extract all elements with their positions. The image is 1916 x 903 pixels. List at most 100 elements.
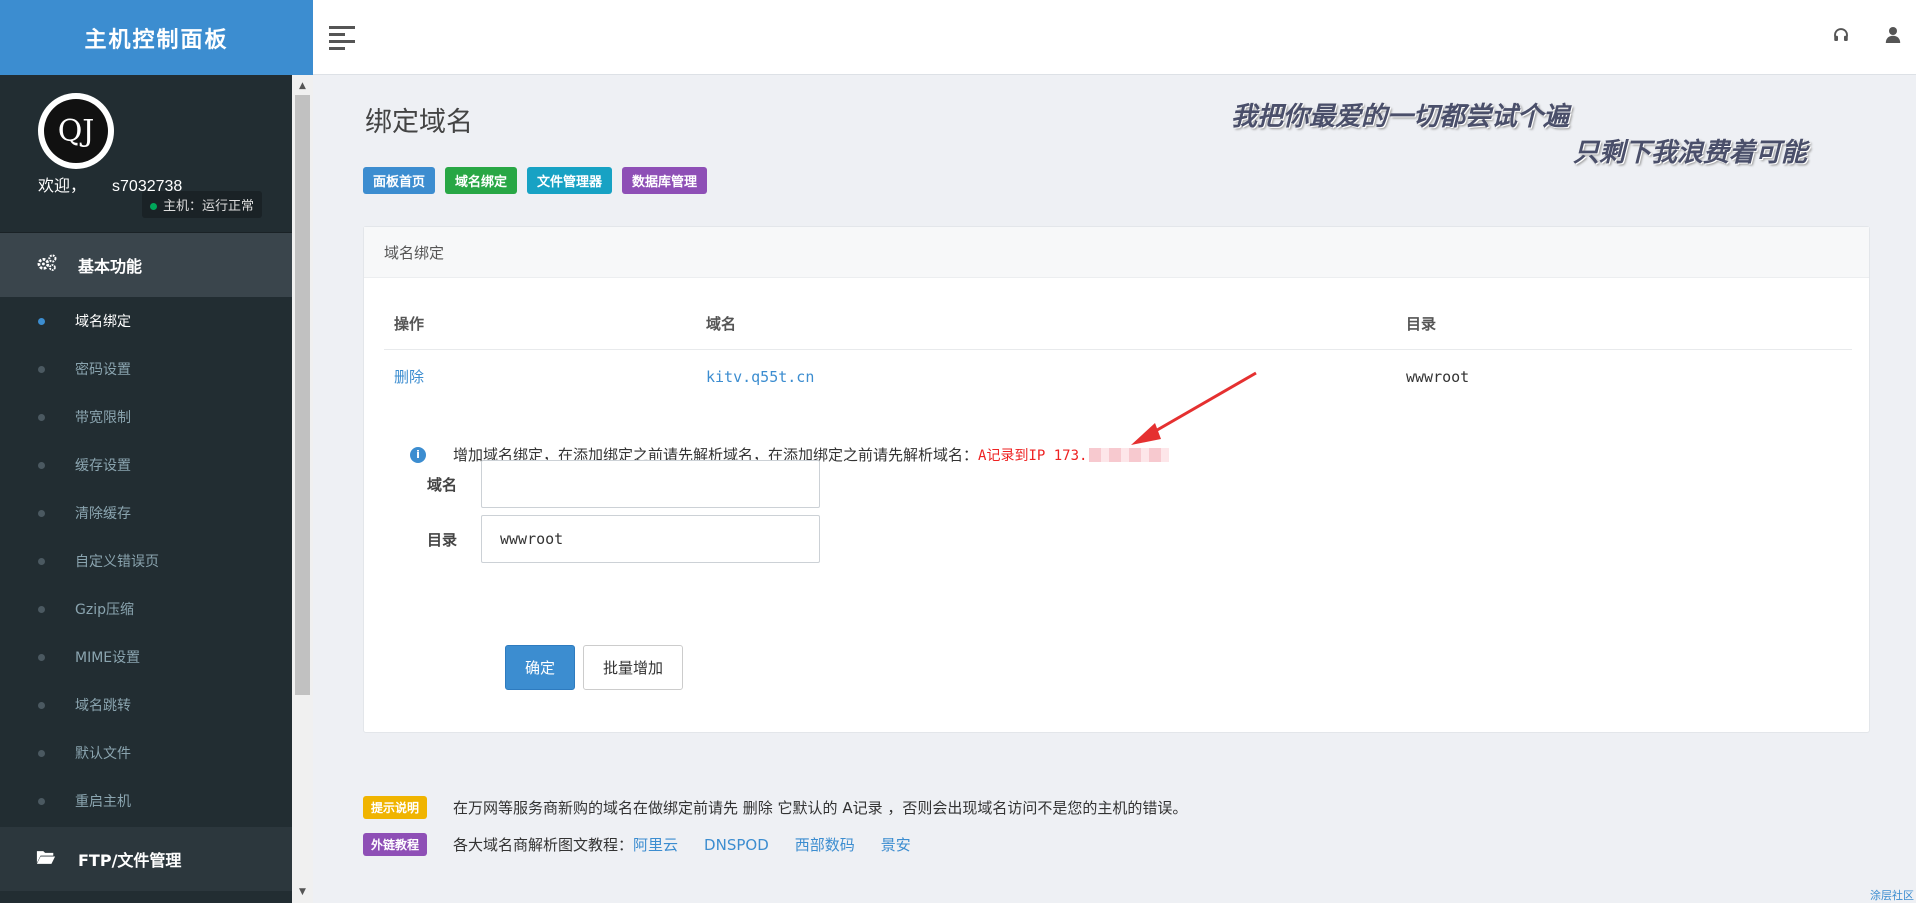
form-buttons: 确定 批量增加 — [505, 645, 684, 690]
sidebar-item-label: Gzip压缩 — [75, 602, 134, 618]
bullet-icon — [38, 413, 45, 421]
directory-field-label: 目录 — [426, 530, 457, 549]
sidebar-item-label: MIME设置 — [75, 650, 141, 666]
tag-domain-binding[interactable]: 域名绑定 — [445, 167, 518, 194]
sidebar-item-label: 清除缓存 — [75, 506, 131, 522]
sidebar-scrollbar[interactable]: ▲ ▼ — [292, 75, 313, 903]
sidebar-item-label: 自定义错误页 — [75, 554, 159, 570]
folder-open-icon — [36, 849, 58, 870]
sidebar-item-cache-settings[interactable]: 缓存设置 — [0, 441, 292, 489]
main-content: 绑定域名 我把你最爱的一切都尝试个遍 只剩下我浪费着可能 面板首页 域名绑定 文… — [313, 76, 1916, 903]
directory-form-row: 目录 — [364, 515, 820, 563]
sidebar-item-label: 重启主机 — [75, 794, 131, 810]
card-heading: 域名绑定 — [364, 227, 1869, 278]
external-tutorials-note: 外链教程 各大域名商解析图文教程： 阿里云 DNSPOD 西部数码 景安 — [363, 833, 1187, 856]
sidebar-item-restart-host[interactable]: 重启主机 — [0, 777, 292, 825]
sidebar-item-domain-redirect[interactable]: 域名跳转 — [0, 681, 292, 729]
welcome-label: 欢迎， — [38, 176, 87, 195]
menu-toggle-icon[interactable] — [329, 22, 355, 50]
domain-binding-card: 域名绑定 操作 域名 目录 删除 kitv.q55t.cn wwwroot i … — [363, 226, 1870, 733]
scroll-down-arrow-icon[interactable]: ▼ — [292, 884, 313, 900]
bullet-icon — [38, 749, 45, 757]
bullet-icon — [38, 509, 45, 517]
sidebar-item-bandwidth[interactable]: 带宽限制 — [0, 393, 292, 441]
bullet-icon — [38, 605, 45, 613]
slogan-line-1: 我把你最爱的一切都尝试个遍 — [1231, 102, 1570, 132]
domain-link[interactable]: kitv.q55t.cn — [706, 368, 814, 386]
scroll-up-arrow-icon[interactable]: ▲ — [292, 78, 313, 94]
link-dnspod[interactable]: DNSPOD — [704, 836, 769, 854]
sidebar-item-label: 域名跳转 — [75, 698, 131, 714]
batch-add-button[interactable]: 批量增加 — [583, 645, 684, 690]
bullet-icon — [38, 461, 45, 469]
sidebar: QJ 欢迎， s7032738 主机：运行正常 基本功能 域名绑定 密码设置 带宽… — [0, 75, 292, 903]
headset-icon[interactable] — [1826, 20, 1856, 50]
sidebar-item-gzip[interactable]: Gzip压缩 — [0, 585, 292, 633]
host-status-text: 主机：运行正常 — [163, 199, 255, 214]
top-navbar — [313, 0, 1916, 75]
link-jingan[interactable]: 景安 — [881, 834, 911, 855]
link-west[interactable]: 西部数码 — [795, 834, 855, 855]
tag-database-manager[interactable]: 数据库管理 — [622, 167, 708, 194]
slogan-line-2: 只剩下我浪费着可能 — [1573, 138, 1808, 168]
tip-badge: 提示说明 — [363, 796, 428, 819]
scrollbar-thumb[interactable] — [295, 95, 310, 695]
avatar-initials: QJ — [44, 99, 108, 163]
directory-value: wwwroot — [1406, 367, 1470, 386]
confirm-button[interactable]: 确定 — [505, 645, 576, 690]
footer-notes: 提示说明 在万网等服务商新购的域名在做绑定前请先 删除 它默认的 A记录 ，否则… — [363, 796, 1187, 870]
user-icon[interactable] — [1878, 20, 1908, 50]
sidebar-item-mime[interactable]: MIME设置 — [0, 633, 292, 681]
sidebar-nav: 域名绑定 密码设置 带宽限制 缓存设置 清除缓存 自定义错误页 Gzip压缩 M… — [0, 297, 292, 825]
link-badge: 外链教程 — [363, 833, 428, 856]
tip-note: 提示说明 在万网等服务商新购的域名在做绑定前请先 删除 它默认的 A记录 ，否则… — [363, 796, 1187, 819]
bullet-icon — [38, 365, 45, 373]
gears-icon — [36, 253, 58, 277]
sidebar-item-password[interactable]: 密码设置 — [0, 345, 292, 393]
domain-field-label: 域名 — [426, 475, 457, 494]
tip-text: 在万网等服务商新购的域名在做绑定前请先 删除 它默认的 A记录 ，否则会出现域名… — [453, 799, 1188, 817]
avatar: QJ — [38, 93, 114, 169]
directory-input[interactable] — [481, 515, 820, 563]
bullet-icon — [38, 701, 45, 709]
user-profile-panel: QJ 欢迎， s7032738 主机：运行正常 — [0, 75, 292, 233]
sidebar-item-error-pages[interactable]: 自定义错误页 — [0, 537, 292, 585]
domain-form-row: 域名 — [364, 460, 820, 508]
sidebar-item-label: 默认文件 — [75, 746, 131, 762]
corner-watermark-link[interactable]: 涂层社区 — [1870, 887, 1914, 903]
bullet-icon — [38, 557, 45, 565]
bullet-icon — [38, 797, 45, 805]
table-header-row: 操作 域名 目录 — [384, 297, 1852, 350]
tag-panel-home[interactable]: 面板首页 — [363, 167, 436, 194]
host-status-badge: 主机：运行正常 — [142, 191, 263, 218]
sidebar-item-label: 密码设置 — [75, 362, 131, 378]
bullet-icon — [38, 317, 45, 325]
delete-link[interactable]: 删除 — [394, 368, 424, 386]
sidebar-section-basic-label: 基本功能 — [78, 257, 143, 276]
link-aliyun[interactable]: 阿里云 — [633, 834, 678, 855]
sidebar-item-default-file[interactable]: 默认文件 — [0, 729, 292, 777]
column-header-action: 操作 — [394, 314, 425, 333]
sidebar-item-label: 带宽限制 — [75, 410, 131, 426]
column-header-domain: 域名 — [706, 314, 737, 333]
brand-title: 主机控制面板 — [0, 0, 313, 75]
sidebar-item-label: 域名绑定 — [75, 314, 131, 330]
sidebar-item-label: 缓存设置 — [75, 458, 131, 474]
domain-table: 操作 域名 目录 删除 kitv.q55t.cn wwwroot — [384, 297, 1852, 403]
table-row: 删除 kitv.q55t.cn wwwroot — [384, 350, 1852, 403]
quick-nav-tags: 面板首页 域名绑定 文件管理器 数据库管理 — [363, 167, 708, 194]
page-title: 绑定域名 — [365, 107, 473, 138]
tag-file-manager[interactable]: 文件管理器 — [527, 167, 613, 194]
sidebar-section-basic[interactable]: 基本功能 — [0, 233, 292, 297]
column-header-directory: 目录 — [1406, 314, 1437, 333]
bullet-icon — [38, 653, 45, 661]
status-dot-icon — [150, 203, 157, 210]
notice-a-record: A记录到IP 173. — [978, 447, 1088, 464]
sidebar-item-domain-binding[interactable]: 域名绑定 — [0, 297, 292, 345]
sidebar-section-ftp[interactable]: FTP/文件管理 — [0, 827, 292, 891]
annotation-arrow-icon — [1131, 371, 1257, 445]
sidebar-item-clear-cache[interactable]: 清除缓存 — [0, 489, 292, 537]
domain-input[interactable] — [481, 460, 820, 508]
sidebar-section-ftp-label: FTP/文件管理 — [78, 851, 182, 870]
link-intro-text: 各大域名商解析图文教程： — [453, 836, 634, 854]
